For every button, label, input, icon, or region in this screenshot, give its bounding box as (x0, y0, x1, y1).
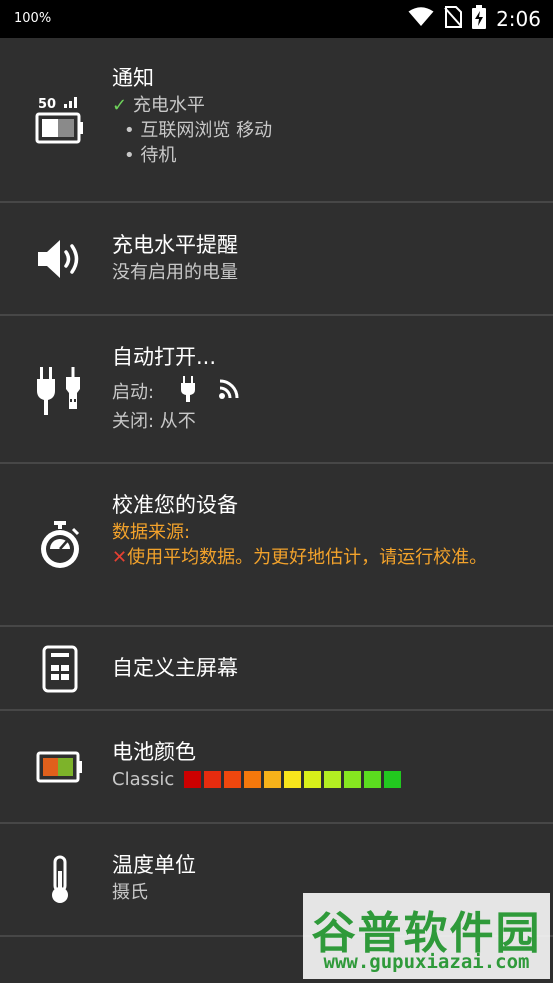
watermark-url: www.gupuxiazai.com (323, 951, 530, 973)
plug-usb-icon (32, 364, 88, 418)
color-swatch-strip (184, 771, 402, 788)
color-swatch (344, 771, 362, 788)
bullet-glyph: • (124, 145, 135, 166)
battery-color-title: 电池颜色 (112, 740, 196, 764)
home-screen-row[interactable]: 自定义主屏幕 (0, 627, 553, 711)
notification-line1: 充电水平 (132, 95, 205, 116)
auto-open-close-label: 关闭: 从不 (112, 411, 196, 432)
notification-bullet1: 互联网浏览 移动 (140, 120, 273, 141)
settings-list: 50 通知 ✓ 充电水平 • 互联网浏览 移动 • 待机 充电水平提醒 没有启用… (0, 38, 553, 937)
bullet-glyph: • (124, 120, 135, 141)
clock: 2:06 (496, 7, 541, 31)
calibrate-source-label: 数据来源: (112, 522, 191, 543)
auto-open-title: 自动打开... (112, 345, 217, 369)
battery-color-row[interactable]: 电池颜色 Classic (0, 711, 553, 824)
notification-bullet2: 待机 (140, 145, 177, 166)
battery-level-icon: 50 (32, 92, 88, 148)
plug-icon (180, 376, 196, 409)
color-swatch (264, 771, 282, 788)
battery-percent-indicator: 100% (14, 11, 52, 26)
calibrate-title: 校准您的设备 (112, 493, 238, 517)
auto-open-row[interactable]: 自动打开... 启动: 关闭: 从不 (0, 316, 553, 464)
color-swatch (224, 771, 242, 788)
speaker-icon (32, 235, 88, 283)
notification-title: 通知 (112, 66, 154, 90)
color-swatch (244, 771, 262, 788)
calibrate-warning: 使用平均数据。为更好地估计，请运行校准。 (127, 547, 488, 568)
auto-open-start-label: 启动: (112, 382, 155, 403)
color-swatch (324, 771, 342, 788)
color-swatch (304, 771, 322, 788)
status-bar: 100% 2:06 (0, 0, 553, 38)
x-mark-icon: ✕ (112, 547, 128, 568)
wifi-icon (408, 7, 434, 31)
notification-row[interactable]: 50 通知 ✓ 充电水平 • 互联网浏览 移动 • 待机 (0, 38, 553, 203)
color-swatch (184, 771, 202, 788)
watermark-logo: 谷普软件园 www.gupuxiazai.com (303, 893, 550, 979)
stopwatch-icon (32, 518, 88, 572)
check-icon: ✓ (112, 95, 128, 116)
battery-color-scheme: Classic (112, 769, 175, 790)
thermometer-icon (32, 854, 88, 906)
wifi-signal-icon (218, 378, 240, 407)
temperature-title: 温度单位 (112, 853, 196, 877)
battery-icon-label: 50 (38, 97, 56, 112)
phone-icon (32, 645, 88, 693)
battery-color-icon (32, 749, 88, 785)
no-sim-icon (444, 6, 463, 32)
color-swatch (204, 771, 222, 788)
color-swatch (364, 771, 382, 788)
calibrate-row[interactable]: 校准您的设备 数据来源: ✕使用平均数据。为更好地估计，请运行校准。 (0, 464, 553, 627)
color-swatch (284, 771, 302, 788)
charge-reminder-title: 充电水平提醒 (112, 233, 238, 257)
charge-reminder-row[interactable]: 充电水平提醒 没有启用的电量 (0, 203, 553, 316)
home-screen-title: 自定义主屏幕 (112, 656, 238, 680)
battery-charging-icon (472, 5, 487, 33)
charge-reminder-subtitle: 没有启用的电量 (112, 262, 238, 283)
color-swatch (384, 771, 402, 788)
